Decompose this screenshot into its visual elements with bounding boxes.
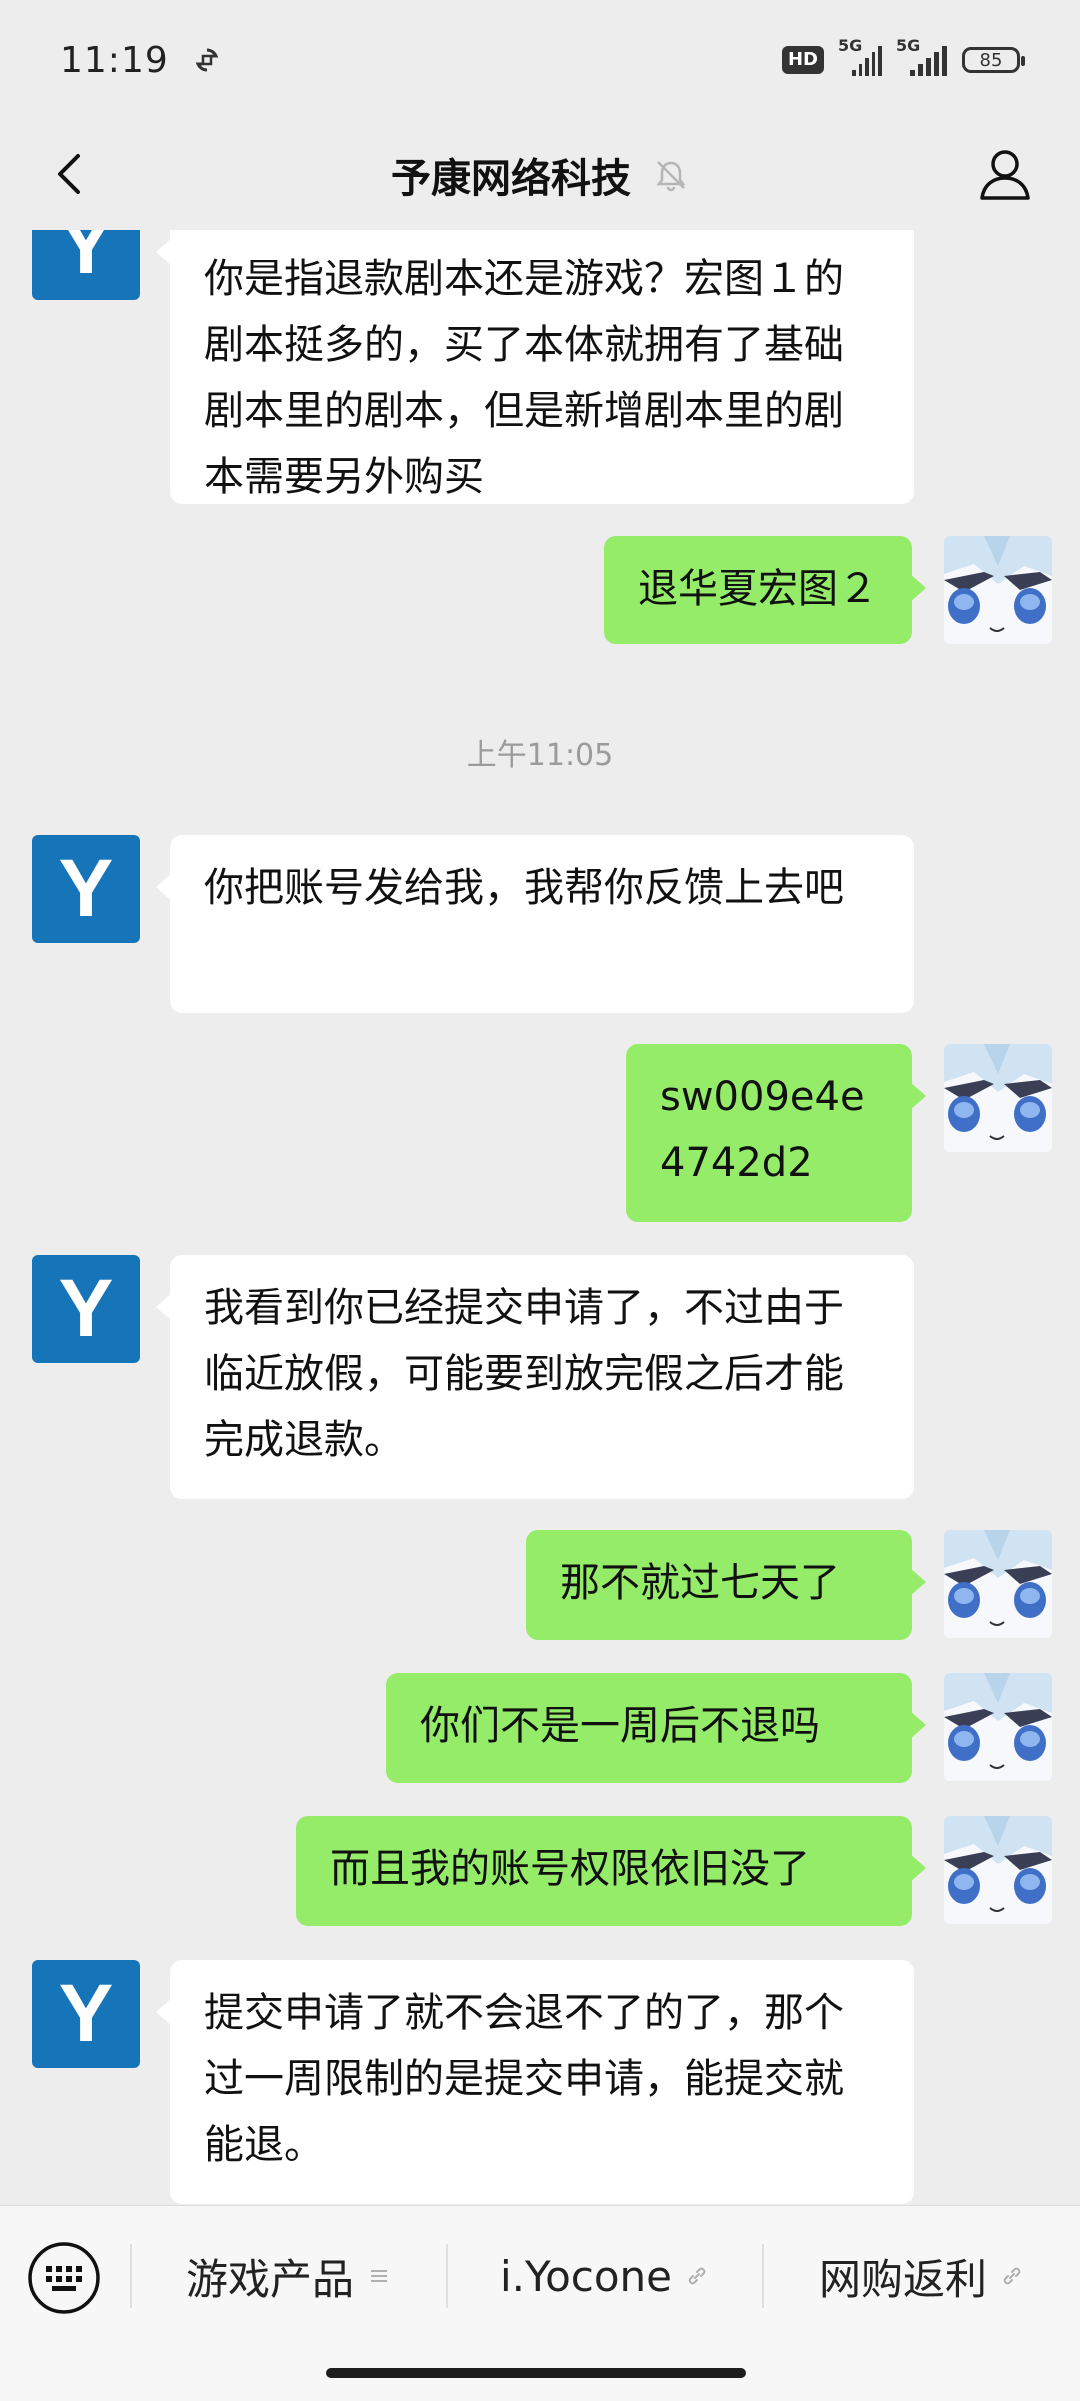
message-bubble-outgoing[interactable]: sw009e4e4742d2 [626,1044,926,1222]
anime-avatar-icon [944,1816,1052,1912]
message-text: 退华夏宏图２ [638,566,878,612]
anime-avatar-icon [944,536,1052,632]
battery-level: 85 [979,49,1003,71]
keyboard-icon[interactable] [26,2240,102,2316]
status-time: 11:19 [60,39,169,81]
sim1-label: 5G [838,36,863,55]
message-bubble-outgoing[interactable]: 那不就过七天了 [526,1530,926,1640]
message-text: 提交申请了就不会退不了的了，那个过一周限制的是提交申请，能提交就能退。 [204,1990,844,2168]
my-avatar[interactable] [944,1673,1052,1781]
battery-icon: 85 [962,47,1025,73]
back-arrow-icon[interactable] [40,144,100,204]
status-right: HD 5G 5G 85 [781,36,1025,76]
menu-item-label: 网购返利 [818,2254,987,2304]
menu-item-rebate[interactable]: 网购返利 [762,2236,1080,2316]
menu-lines-icon [371,2270,387,2282]
message-bubble-outgoing[interactable]: 而且我的账号权限依旧没了 [296,1816,926,1926]
my-avatar[interactable] [944,1044,1052,1152]
status-left: 11:19 [60,40,221,81]
contact-avatar[interactable]: Y [32,1255,140,1363]
message-text: 我看到你已经提交申请了，不过由于临近放假，可能要到放完假之后才能完成退款。 [204,1285,844,1463]
chat-message-list[interactable]: Y 你是指退款剧本还是游戏？宏图１的剧本挺多的，买了本体就拥有了基础剧本里的剧本… [0,230,1080,2205]
mute-bell-icon [656,161,686,192]
status-bar: 11:19 HD 5G 5G 85 [0,0,1080,120]
anime-avatar-icon [944,1530,1052,1626]
hd-badge: HD [781,46,824,74]
avatar-letter: Y [58,843,114,934]
message-text: 你是指退款剧本还是游戏？宏图１的剧本挺多的，买了本体就拥有了基础剧本里的剧本，但… [204,256,844,500]
contact-avatar[interactable]: Y [32,835,140,943]
message-bubble-incoming[interactable]: 提交申请了就不会退不了的了，那个过一周限制的是提交申请，能提交就能退。 [156,1960,914,2204]
signal-icon-sim1: 5G [838,36,882,76]
message-text: 那不就过七天了 [560,1560,840,1606]
my-avatar[interactable] [944,1530,1052,1638]
menu-item-label: 游戏产品 [185,2254,354,2304]
message-text: 你把账号发给我，我帮你反馈上去吧 [204,865,844,911]
sim2-label: 5G [896,36,921,55]
message-bubble-incoming[interactable]: 我看到你已经提交申请了，不过由于临近放假，可能要到放完假之后才能完成退款。 [156,1255,914,1499]
menu-item-label: i.Yocone [499,2251,673,2301]
message-text: sw009e4e4742d2 [660,1074,865,1186]
message-text: 而且我的账号权限依旧没了 [330,1846,810,1892]
my-avatar[interactable] [944,1816,1052,1924]
link-icon [688,2267,706,2285]
message-bubble-incoming[interactable]: 你把账号发给我，我帮你反馈上去吧 [156,835,914,1013]
profile-icon[interactable] [970,140,1040,210]
time-divider: 上午11:05 [466,738,614,773]
message-bubble-outgoing[interactable]: 你们不是一周后不退吗 [386,1673,926,1783]
link-icon [1003,2267,1021,2285]
menu-item-iyocone[interactable]: i.Yocone [446,2236,762,2316]
menu-item-games[interactable]: 游戏产品 [130,2236,446,2316]
message-bubble-outgoing[interactable]: 退华夏宏图２ [604,536,926,644]
contact-avatar[interactable]: Y [32,230,140,300]
avatar-letter: Y [58,1968,114,2059]
chat-title: 予康网络科技 [391,156,631,202]
my-avatar[interactable] [944,536,1052,644]
message-text: 你们不是一周后不退吗 [420,1703,820,1749]
anime-avatar-icon [944,1044,1052,1140]
avatar-letter: Y [58,1263,114,1354]
avatar-letter: Y [58,230,114,291]
anime-avatar-icon [944,1673,1052,1769]
home-indicator[interactable] [326,2368,746,2378]
chat-header: 予康网络科技 [0,120,1080,230]
sync-icon [195,48,219,72]
signal-icon-sim2: 5G [896,36,948,76]
chat-title-group: 予康网络科技 [391,146,689,204]
contact-avatar[interactable]: Y [32,1960,140,2068]
message-bubble-incoming[interactable]: 你是指退款剧本还是游戏？宏图１的剧本挺多的，买了本体就拥有了基础剧本里的剧本，但… [156,230,914,504]
